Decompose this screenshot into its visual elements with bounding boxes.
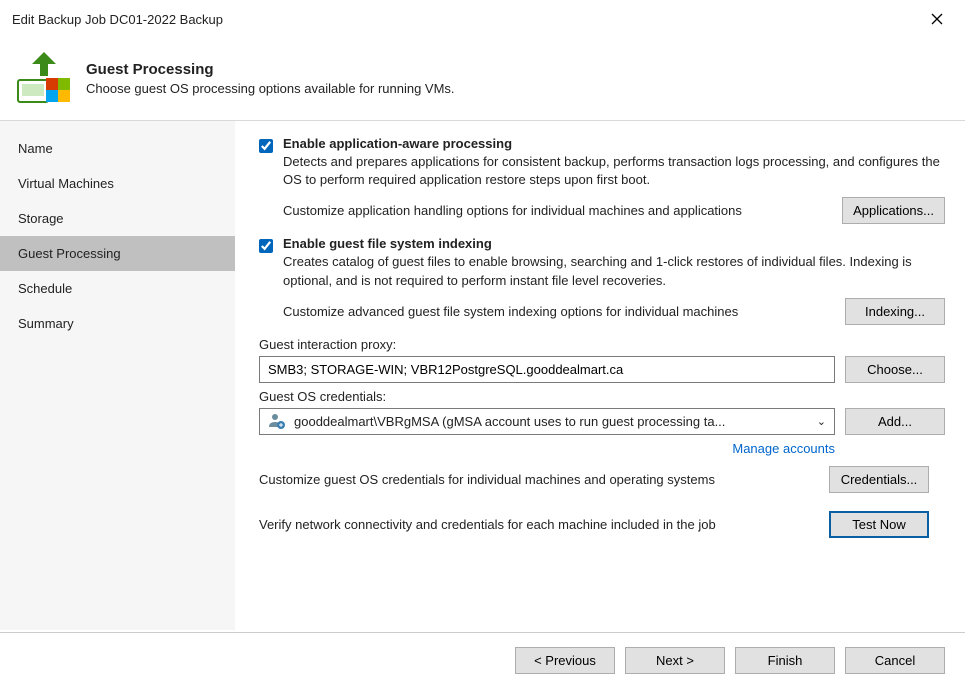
app-aware-desc: Detects and prepares applications for co…: [283, 153, 943, 189]
applications-button[interactable]: Applications...: [842, 197, 945, 224]
close-button[interactable]: [921, 3, 953, 35]
page-subtitle: Choose guest OS processing options avail…: [86, 81, 455, 96]
next-button[interactable]: Next >: [625, 647, 725, 674]
wizard-nav: Name Virtual Machines Storage Guest Proc…: [0, 121, 235, 630]
nav-item-name[interactable]: Name: [0, 131, 235, 166]
indexing-customize-label: Customize advanced guest file system ind…: [283, 304, 845, 319]
credentials-value: gooddealmart\VBRgMSA (gMSA account uses …: [294, 414, 817, 429]
proxy-label: Guest interaction proxy:: [259, 337, 945, 352]
previous-button[interactable]: < Previous: [515, 647, 615, 674]
nav-item-storage[interactable]: Storage: [0, 201, 235, 236]
app-aware-title: Enable application-aware processing: [283, 136, 945, 151]
app-aware-checkbox[interactable]: [259, 139, 273, 153]
app-aware-customize-label: Customize application handling options f…: [283, 203, 842, 218]
test-now-button[interactable]: Test Now: [829, 511, 929, 538]
account-icon: [268, 412, 286, 430]
page-title: Guest Processing: [86, 61, 455, 78]
cancel-button[interactable]: Cancel: [845, 647, 945, 674]
close-icon: [931, 13, 943, 25]
header: Guest Processing Choose guest OS process…: [0, 38, 965, 120]
choose-proxy-button[interactable]: Choose...: [845, 356, 945, 383]
nav-item-guest-processing[interactable]: Guest Processing: [0, 236, 235, 271]
credentials-dropdown[interactable]: gooddealmart\VBRgMSA (gMSA account uses …: [259, 408, 835, 435]
verify-label: Verify network connectivity and credenti…: [259, 517, 819, 532]
manage-accounts-link[interactable]: Manage accounts: [259, 441, 835, 456]
indexing-checkbox[interactable]: [259, 239, 273, 253]
add-credentials-button[interactable]: Add...: [845, 408, 945, 435]
proxy-input[interactable]: [259, 356, 835, 383]
credentials-label: Guest OS credentials:: [259, 389, 945, 404]
chevron-down-icon: ⌄: [817, 415, 826, 428]
nav-item-summary[interactable]: Summary: [0, 306, 235, 341]
finish-button[interactable]: Finish: [735, 647, 835, 674]
window-title: Edit Backup Job DC01-2022 Backup: [12, 12, 921, 27]
guest-processing-icon: [16, 50, 72, 106]
indexing-desc: Creates catalog of guest files to enable…: [283, 253, 943, 289]
wizard-footer: < Previous Next > Finish Cancel: [0, 632, 965, 687]
nav-item-virtual-machines[interactable]: Virtual Machines: [0, 166, 235, 201]
indexing-button[interactable]: Indexing...: [845, 298, 945, 325]
nav-item-schedule[interactable]: Schedule: [0, 271, 235, 306]
credentials-customize-label: Customize guest OS credentials for indiv…: [259, 472, 819, 487]
credentials-button[interactable]: Credentials...: [829, 466, 929, 493]
indexing-title: Enable guest file system indexing: [283, 236, 945, 251]
